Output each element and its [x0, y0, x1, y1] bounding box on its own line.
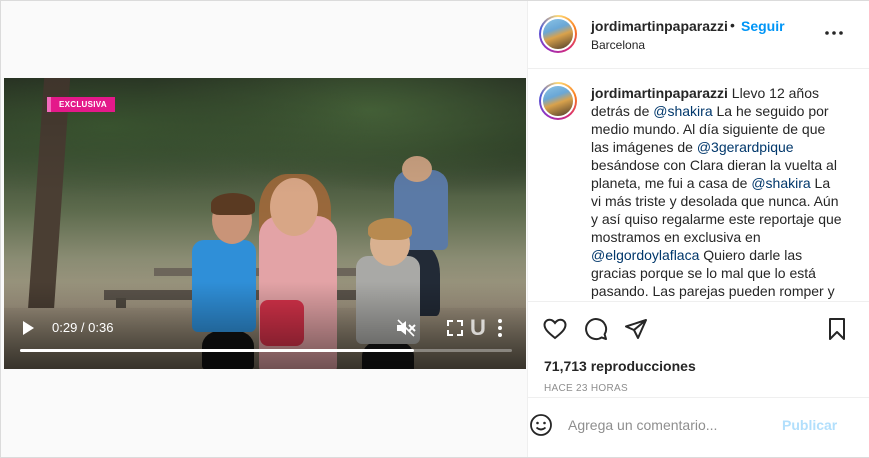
avatar-image — [541, 84, 575, 118]
video-progress-fill — [20, 349, 414, 352]
caption-area: jordimartinpaparazzi Llevo 12 años detrá… — [528, 70, 869, 300]
video-time: 0:29 / 0:36 — [52, 320, 114, 335]
publish-button[interactable]: Publicar — [782, 417, 837, 433]
caption-username[interactable]: jordimartinpaparazzi — [591, 85, 728, 101]
post-username[interactable]: jordimartinpaparazzi — [591, 18, 728, 34]
fullscreen-icon[interactable] — [446, 319, 464, 337]
more-horizontal-icon[interactable] — [824, 23, 844, 43]
send-icon[interactable] — [624, 317, 648, 341]
action-bar — [528, 301, 869, 351]
comment-input[interactable] — [568, 410, 768, 440]
video-player[interactable]: EXCLUSIVA U 0:29 / 0:36 — [4, 78, 526, 369]
emoji-icon[interactable] — [529, 413, 553, 437]
exclusive-badge: EXCLUSIVA — [47, 97, 115, 112]
view-count[interactable]: 71,713 reproducciones — [544, 358, 696, 374]
caption-mention[interactable]: @elgordoylaflaca — [591, 247, 699, 263]
caption-text: Llevo 12 años detrás de @shakira La he s… — [591, 85, 842, 299]
play-icon[interactable] — [21, 320, 35, 336]
avatar[interactable] — [539, 15, 577, 53]
follow-button[interactable]: Seguir — [741, 18, 785, 34]
comment-icon[interactable] — [584, 317, 608, 341]
more-vertical-icon[interactable] — [495, 318, 505, 338]
muted-speaker-icon[interactable] — [396, 319, 416, 337]
video-controls: 0:29 / 0:36 — [4, 306, 526, 369]
post-header: jordimartinpaparazzi • Seguir Barcelona — [528, 1, 869, 69]
separator-dot: • — [730, 17, 735, 33]
avatar[interactable] — [539, 82, 577, 120]
comment-bar: Publicar — [528, 397, 869, 453]
heart-icon[interactable] — [543, 317, 567, 341]
post-side-panel: jordimartinpaparazzi • Seguir Barcelona … — [527, 1, 869, 457]
post-caption: jordimartinpaparazzi Llevo 12 años detrá… — [591, 84, 843, 300]
avatar-image — [541, 17, 575, 51]
instagram-post: EXCLUSIVA U 0:29 / 0:36 jordimartinpapar… — [0, 0, 869, 458]
bookmark-icon[interactable] — [825, 317, 849, 341]
caption-mention[interactable]: @3gerardpique — [697, 139, 794, 155]
caption-mention[interactable]: @shakira — [653, 103, 712, 119]
media-pane: EXCLUSIVA U 0:29 / 0:36 — [1, 1, 527, 457]
post-timestamp[interactable]: HACE 23 HORAS — [544, 383, 628, 394]
post-location[interactable]: Barcelona — [591, 38, 645, 52]
video-progress-bar[interactable] — [20, 349, 512, 352]
caption-mention[interactable]: @shakira — [751, 175, 810, 191]
